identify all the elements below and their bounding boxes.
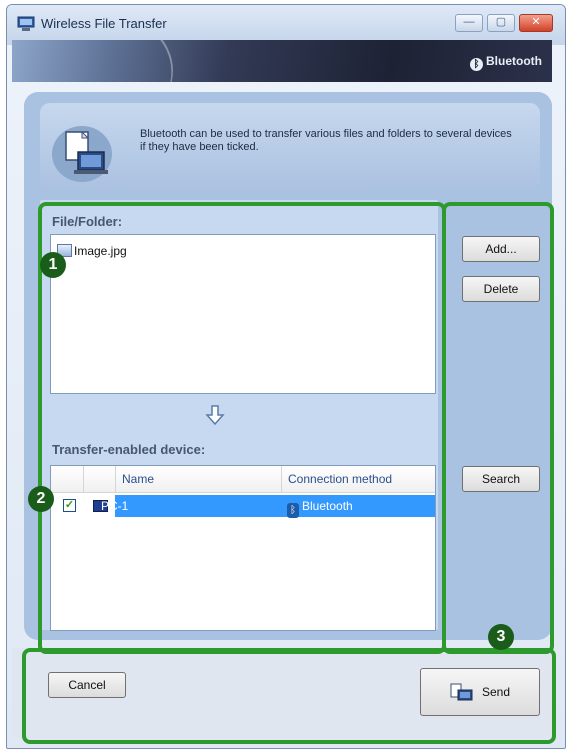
bluetooth-brand: ᛒ Bluetooth <box>470 54 542 71</box>
file-transfer-icon <box>52 126 112 182</box>
minimize-button[interactable]: — <box>455 14 483 32</box>
maximize-button[interactable]: ▢ <box>487 14 515 32</box>
computer-icon <box>17 16 35 31</box>
annotation-badge-3: 3 <box>488 624 514 650</box>
annotation-box-bottom <box>22 648 556 744</box>
annotation-badge-1: 1 <box>40 252 66 278</box>
annotation-box-file-device <box>38 202 446 654</box>
description-text: Bluetooth can be used to transfer variou… <box>140 128 512 153</box>
title-bar: Wireless File Transfer — ▢ ✕ <box>7 5 565 45</box>
bluetooth-icon: ᛒ <box>470 58 483 71</box>
close-button[interactable]: ✕ <box>519 14 553 32</box>
annotation-box-buttons <box>442 202 554 654</box>
brand-label: Bluetooth <box>486 54 542 68</box>
annotation-badge-2: 2 <box>28 486 54 512</box>
window-title: Wireless File Transfer <box>41 16 167 31</box>
header-banner: ᛒ Bluetooth <box>12 40 552 82</box>
